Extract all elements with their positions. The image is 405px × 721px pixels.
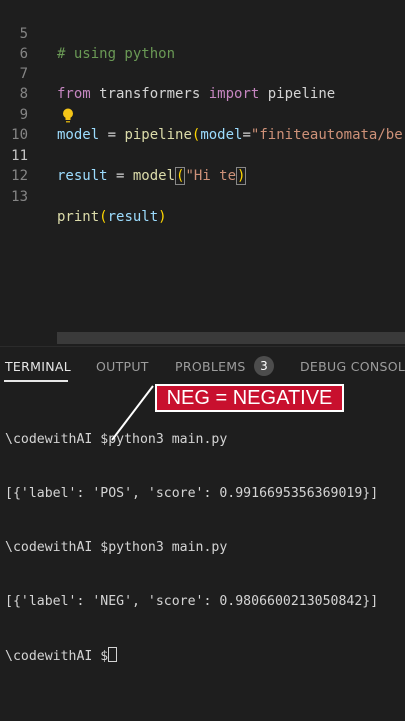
bracket: (	[99, 209, 108, 225]
terminal-line: \codewithAI $python3 main.py	[5, 540, 228, 555]
tab-terminal[interactable]: TERMINAL	[5, 359, 71, 374]
variable: result	[107, 209, 159, 225]
terminal-output[interactable]: \codewithAI $python3 main.py [{'label': …	[5, 395, 378, 701]
bracket: )	[158, 209, 167, 225]
code-line[interactable]: 13 print(result)	[0, 167, 405, 225]
terminal-line: \codewithAI $python3 main.py	[5, 432, 228, 447]
terminal-cursor	[108, 647, 118, 662]
terminal-line: [{'label': 'POS', 'score': 0.99166953563…	[5, 486, 379, 501]
lightbulb-icon[interactable]	[61, 107, 75, 125]
terminal-prompt-line[interactable]: \codewithAI $	[5, 647, 378, 665]
horizontal-scrollbar[interactable]	[57, 332, 405, 344]
terminal-prompt: \codewithAI $	[5, 649, 109, 664]
tab-problems[interactable]: PROBLEMS	[175, 359, 246, 374]
code-line[interactable]: 8	[0, 64, 405, 102]
code-line[interactable]: 12	[0, 146, 405, 184]
code-line[interactable]: 9 model = pipeline(model="finiteautomata…	[0, 85, 405, 143]
tab-output[interactable]: OUTPUT	[96, 359, 149, 374]
function-name: print	[57, 209, 100, 225]
terminal-line: [{'label': 'NEG', 'score': 0.98066002130…	[5, 594, 379, 609]
code-line[interactable]: 7 from transformers import pipeline	[0, 44, 405, 102]
line-number: 13	[11, 189, 28, 205]
code-line[interactable]: 5 # using python	[0, 4, 405, 62]
active-tab-indicator	[4, 380, 68, 382]
problems-count-badge: 3	[254, 356, 274, 376]
code-line[interactable]: 6	[0, 24, 405, 62]
code-editor[interactable]: 5 # using python 6 7 from transformers i…	[0, 0, 405, 330]
tab-debug-console[interactable]: DEBUG CONSOLE	[300, 359, 405, 374]
code-line[interactable]: 11 result = model("Hi te)	[0, 126, 405, 185]
annotation-label: NEG = NEGATIVE	[155, 384, 344, 412]
panel-tabs: TERMINAL OUTPUT PROBLEMS 3 DEBUG CONSOLE	[0, 347, 405, 383]
